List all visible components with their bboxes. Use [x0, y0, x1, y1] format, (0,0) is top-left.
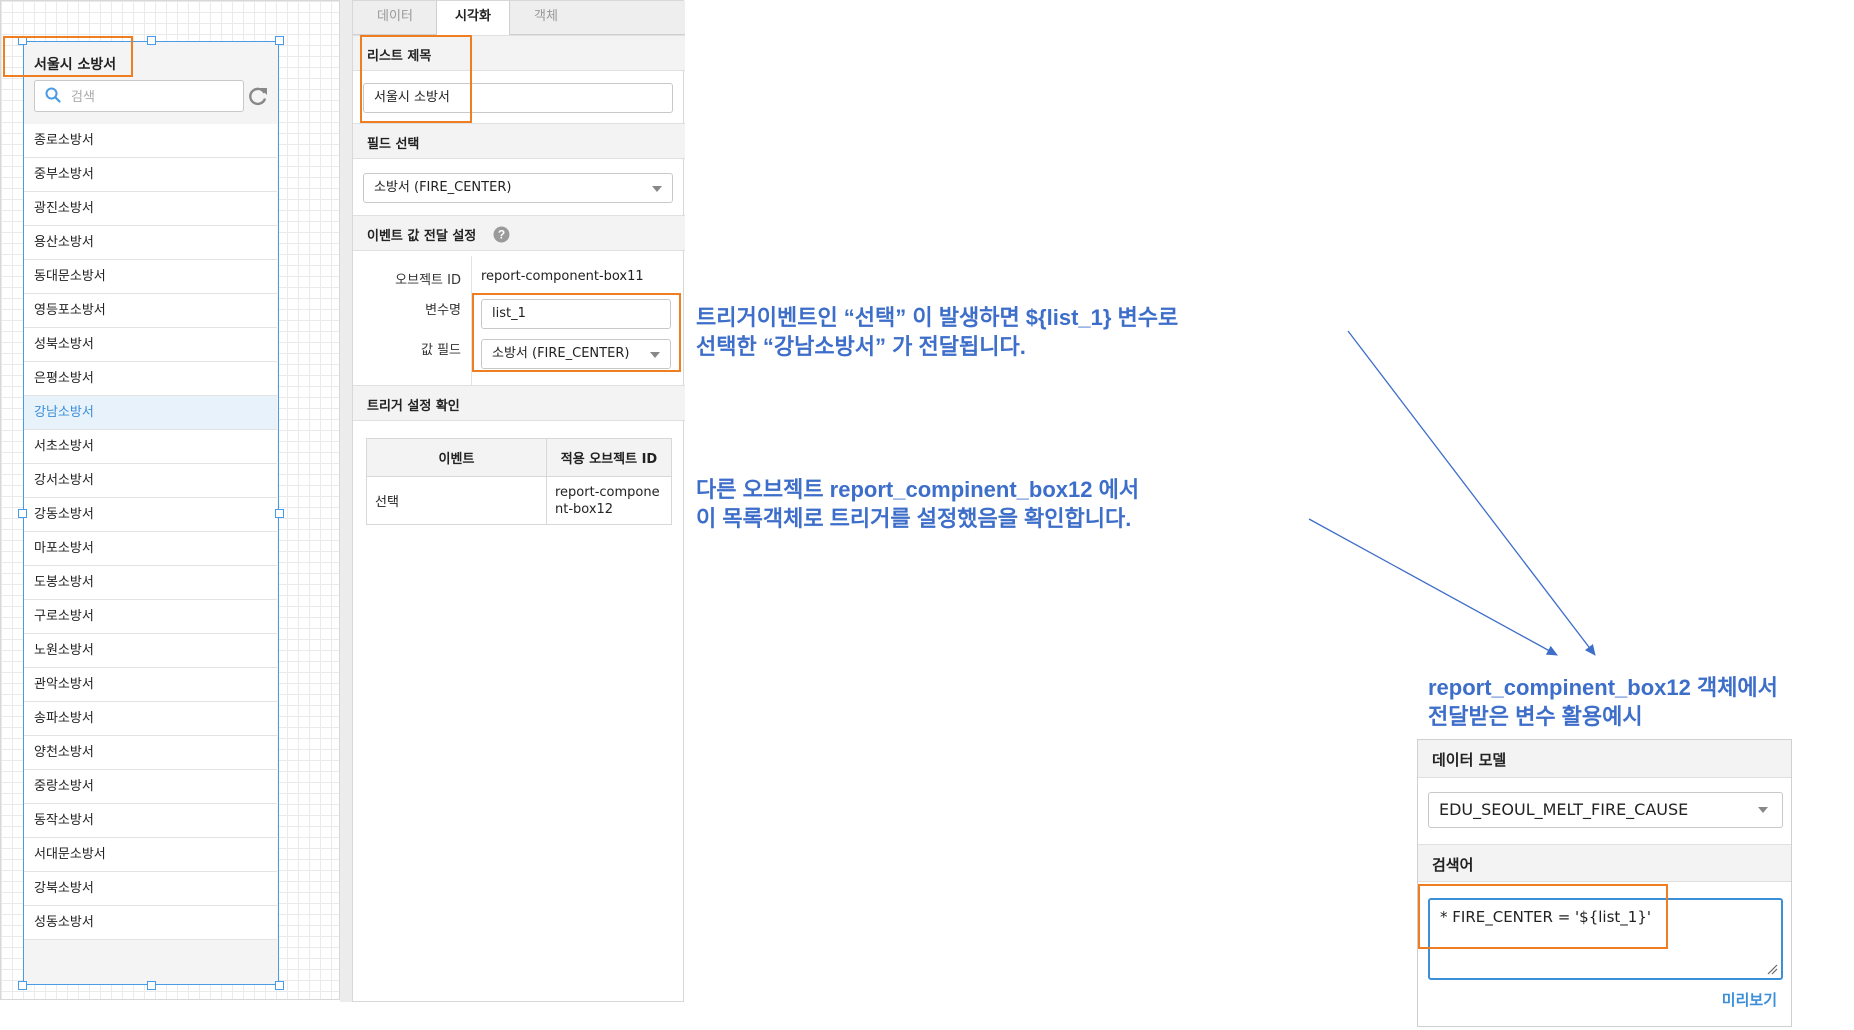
preview-link[interactable]: 미리보기 — [1722, 989, 1777, 1010]
data-model-dropdown[interactable]: EDU_SEOUL_MELT_FIRE_CAUSE — [1428, 792, 1783, 828]
section-data-model: 데이터 모델 — [1418, 740, 1791, 778]
screenshot-stage: 서울시 소방서 검색 종로소방서 중부소방서 광진소방서 용산소방서 동대문소방서 영등포… — [0, 0, 1854, 1030]
usage-example-panel: 데이터 모델 EDU_SEOUL_MELT_FIRE_CAUSE 검색어 * F… — [1417, 739, 1792, 1027]
arrow-to-usage-2 — [1308, 518, 1558, 656]
chevron-down-icon — [1758, 807, 1768, 813]
search-term-header: 검색어 — [1432, 856, 1474, 874]
section-search-term: 검색어 — [1418, 844, 1791, 882]
arrow-to-usage-1 — [1347, 330, 1596, 656]
highlight-box-search-term — [1418, 884, 1668, 949]
resize-grip-icon[interactable] — [1766, 963, 1778, 975]
data-model-header: 데이터 모델 — [1432, 751, 1507, 769]
data-model-value: EDU_SEOUL_MELT_FIRE_CAUSE — [1439, 800, 1689, 819]
